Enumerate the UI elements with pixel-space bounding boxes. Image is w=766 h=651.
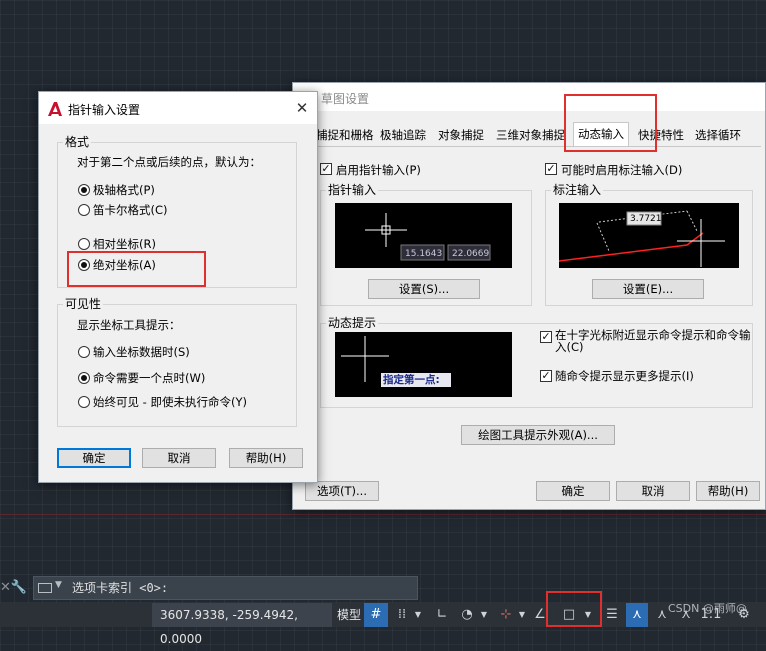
cartesian-format-label: 笛卡尔格式(C)	[93, 203, 168, 217]
cartesian-format-radio[interactable]	[78, 204, 90, 216]
lineweight-icon[interactable]: ☰	[602, 603, 622, 627]
tab-selection-cycling[interactable]: 选择循环	[695, 125, 741, 145]
ortho-icon[interactable]: ◔	[456, 603, 478, 627]
pointer-dialog-title: 指针输入设置	[68, 103, 141, 117]
show-more-prompts-checkbox[interactable]: ✓	[540, 370, 552, 382]
chevron-down-icon[interactable]: ▼	[55, 580, 62, 590]
enable-dimension-input-checkbox[interactable]: ✓	[545, 163, 557, 175]
dimension-preview-value: 3.7721	[630, 214, 662, 224]
autocad-logo-icon	[47, 101, 63, 117]
relative-coordinates-label: 相对坐标(R)	[93, 237, 156, 251]
visibility-always-label: 始终可见 - 即使未执行命令(Y)	[93, 395, 247, 409]
visibility-description: 显示坐标工具提示：	[77, 318, 181, 332]
format-group-label: 格式	[63, 135, 92, 149]
dynamic-prompt-group-label: 动态提示	[326, 316, 379, 330]
close-icon[interactable]: ✕	[293, 99, 311, 117]
command-line-icon[interactable]	[38, 583, 52, 593]
pointer-help-button[interactable]: 帮助(H)	[229, 448, 303, 468]
model-space-button[interactable]: 模型	[334, 603, 364, 627]
visibility-on-input-label: 输入坐标数据时(S)	[93, 345, 190, 359]
canvas-red-axis-line	[0, 514, 766, 515]
tab-snap-grid[interactable]: 捕捉和栅格	[316, 125, 374, 145]
dynamic-prompt-preview: 指定第一点:	[335, 332, 512, 397]
coordinate-readout: 3607.9338, -259.4942, 0.0000	[152, 603, 332, 646]
pointer-preview-x: 15.1643	[405, 249, 443, 259]
pointer-preview-y: 22.0669	[452, 249, 490, 259]
dimension-input-preview: 3.7721	[559, 203, 739, 268]
pointer-input-group-label: 指针输入	[326, 183, 379, 197]
dynamic-prompt-preview-text: 指定第一点:	[383, 374, 440, 386]
dimension-input-group-label: 标注输入	[551, 183, 604, 197]
chevron-down-icon[interactable]: ▼	[516, 603, 528, 627]
drafting-dialog-title: 草图设置	[321, 92, 370, 106]
infer-constraints-icon[interactable]: ∟	[432, 603, 452, 627]
tab-3d-object-snap[interactable]: 三维对象捕捉	[496, 125, 565, 145]
visibility-on-point-request-label: 命令需要一个点时(W)	[93, 371, 206, 385]
drafting-settings-dialog: 草图设置 捕捉和栅格 极轴追踪 对象捕捉 三维对象捕捉 动态输入 快捷特性 选择…	[292, 82, 766, 510]
osnap-highlight	[546, 591, 602, 627]
pointer-cancel-button[interactable]: 取消	[142, 448, 216, 468]
absolute-coordinates-highlight	[67, 251, 206, 287]
show-prompts-near-crosshair-label: 在十字光标附近显示命令提示和命令输入(C)	[555, 328, 751, 354]
format-description: 对于第二个点或后续的点，默认为：	[77, 155, 261, 169]
show-more-prompts-label: 随命令提示显示更多提示(I)	[555, 369, 694, 383]
tab-body-border	[307, 146, 761, 147]
relative-coordinates-radio[interactable]	[78, 238, 90, 250]
watermark: CSDN @雨师@	[668, 602, 747, 615]
enable-dimension-input-label: 可能时启用标注输入(D)	[561, 163, 683, 177]
show-prompts-near-crosshair-checkbox[interactable]: ✓	[540, 331, 552, 343]
pointer-ok-button[interactable]: 确定	[57, 448, 131, 468]
visibility-on-input-radio[interactable]	[78, 346, 90, 358]
tab-object-snap[interactable]: 对象捕捉	[438, 125, 484, 145]
grid-icon[interactable]: #	[364, 603, 388, 627]
visibility-on-point-request-radio[interactable]	[78, 372, 90, 384]
dynamic-input-tab-highlight	[564, 94, 657, 152]
visibility-group-label: 可见性	[63, 297, 104, 311]
drafting-help-button[interactable]: 帮助(H)	[696, 481, 760, 501]
enable-pointer-input-label: 启用指针输入(P)	[336, 163, 421, 177]
pointer-settings-button[interactable]: 设置(S)...	[368, 279, 480, 299]
polar-icon[interactable]: ⊹	[496, 603, 516, 627]
drafting-dialog-titlebar[interactable]: 草图设置	[293, 83, 765, 111]
pointer-input-preview: 15.1643 22.0669	[335, 203, 512, 268]
tab-polar-tracking[interactable]: 极轴追踪	[380, 125, 426, 145]
command-line-bar[interactable]: ▼ 选项卡索引 <0>:	[33, 576, 418, 600]
annotation-scale-icon[interactable]: ⋏	[626, 603, 648, 627]
wrench-icon[interactable]: 🔧	[10, 576, 28, 600]
pointer-input-settings-dialog: 指针输入设置 ✕ 格式 对于第二个点或后续的点，默认为： 极轴格式(P) 笛卡尔…	[38, 91, 318, 483]
drafting-ok-button[interactable]: 确定	[536, 481, 610, 501]
close-icon[interactable]: ✕	[0, 576, 11, 600]
chevron-down-icon[interactable]: ▼	[412, 603, 424, 627]
polar-format-radio[interactable]	[78, 184, 90, 196]
options-button[interactable]: 选项(T)...	[305, 481, 379, 501]
command-line-text: 选项卡索引 <0>:	[72, 581, 169, 595]
snap-icon[interactable]: ⁞⁞	[392, 603, 412, 627]
visibility-always-radio[interactable]	[78, 396, 90, 408]
pointer-dialog-titlebar[interactable]: 指针输入设置 ✕	[39, 92, 317, 124]
drafting-cancel-button[interactable]: 取消	[616, 481, 690, 501]
drafting-tooltip-appearance-button[interactable]: 绘图工具提示外观(A)...	[461, 425, 615, 445]
enable-pointer-input-checkbox[interactable]: ✓	[320, 163, 332, 175]
polar-format-label: 极轴格式(P)	[93, 183, 155, 197]
dimension-settings-button[interactable]: 设置(E)...	[592, 279, 704, 299]
chevron-down-icon[interactable]: ▼	[478, 603, 490, 627]
